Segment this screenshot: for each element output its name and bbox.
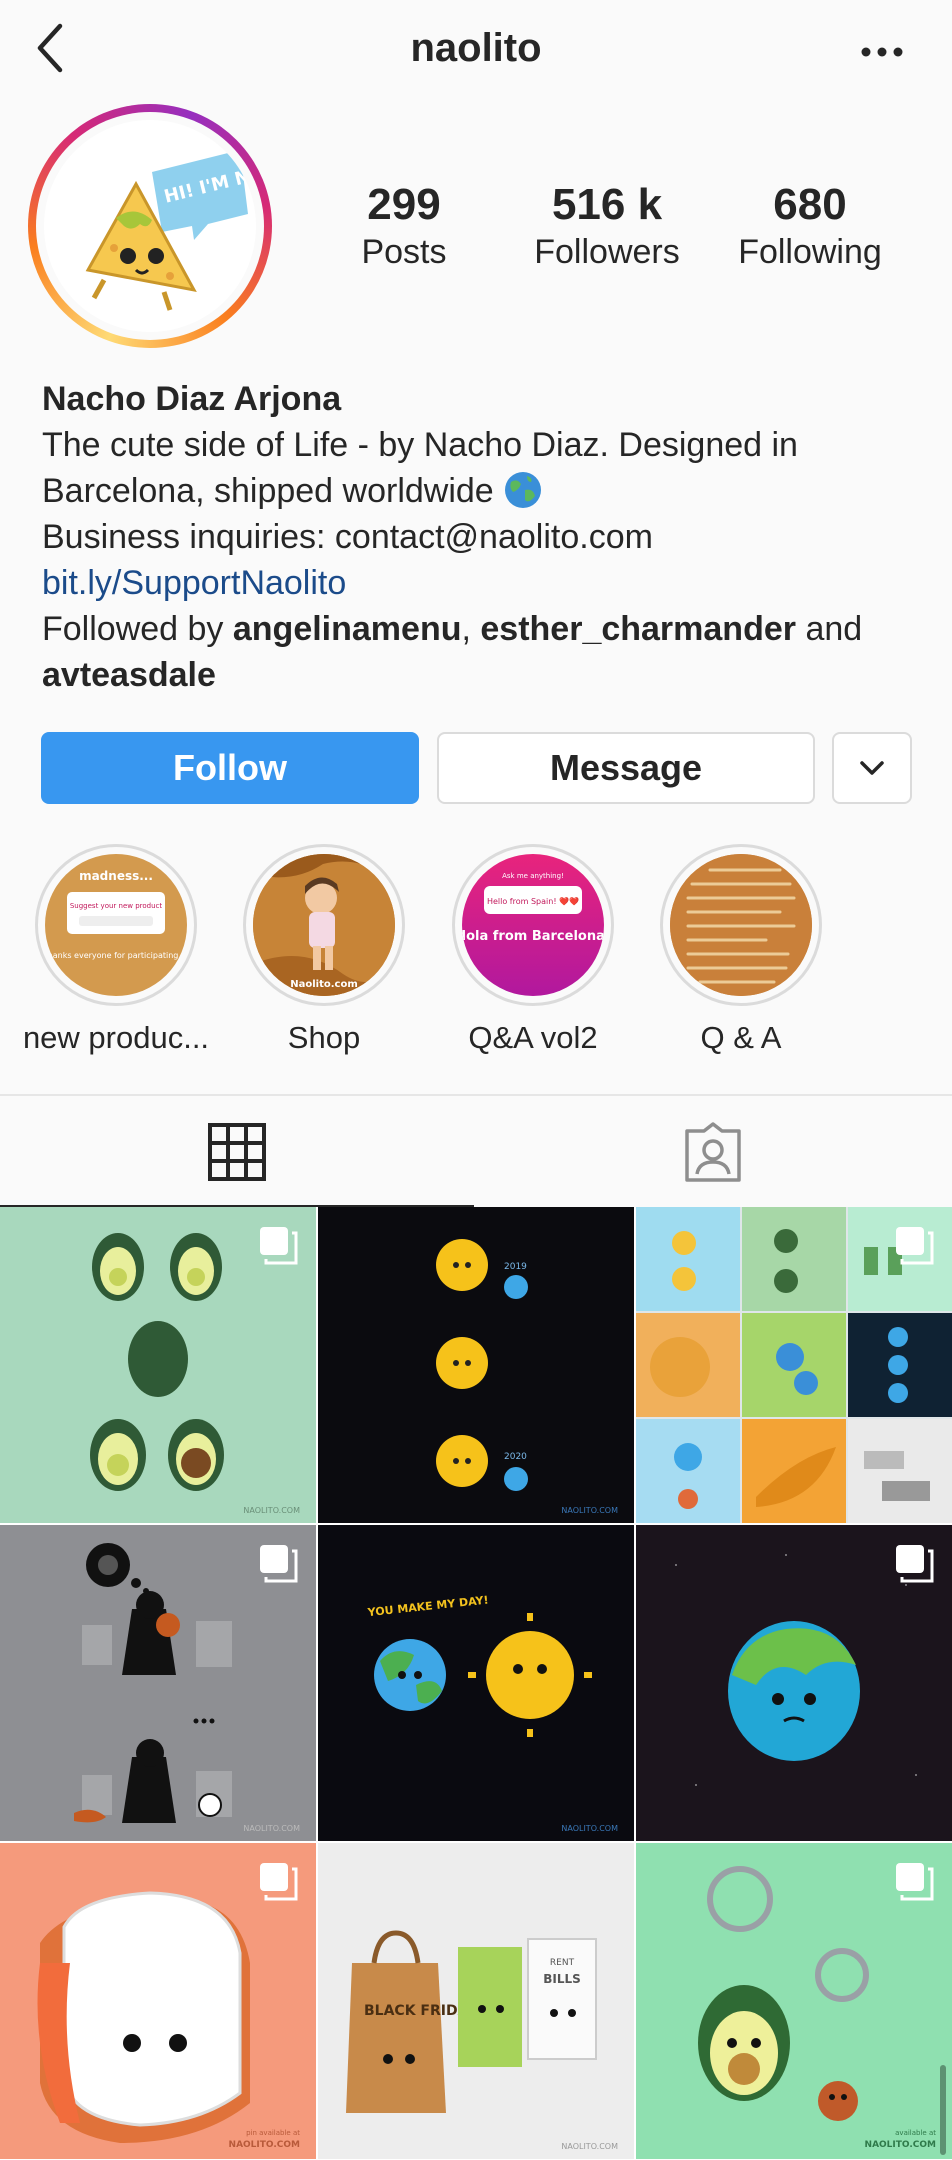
post-tile[interactable]: YOU MAKE MY DAY! NAOLITO.COM bbox=[318, 1525, 634, 1841]
highlight-thumb-card: Suggest your new product bbox=[70, 902, 163, 910]
post-text: YOU MAKE MY DAY! bbox=[366, 1594, 489, 1620]
post-tile[interactable] bbox=[636, 1525, 952, 1841]
bio-line-1: The cute side of Life - by Nacho Diaz. D… bbox=[42, 426, 798, 464]
profile-bio: Nacho Diaz Arjona The cute side of Life … bbox=[42, 376, 922, 698]
post-tile[interactable]: pin available at NAOLITO.COM bbox=[0, 1843, 316, 2159]
highlight-thumb-caption: Naolito.com bbox=[290, 979, 358, 990]
followers-label: Followers bbox=[534, 233, 680, 271]
tab-grid[interactable] bbox=[0, 1096, 474, 1208]
multiple-posts-icon bbox=[896, 1545, 934, 1583]
profile-tabs bbox=[0, 1094, 952, 1208]
highlight-label: Shop bbox=[287, 1020, 361, 1055]
highlight-qa-vol2[interactable]: Ask me anything! Hello from Spain! ❤️❤️ … bbox=[433, 844, 633, 1056]
highlight-label: Q&A vol2 bbox=[468, 1020, 598, 1055]
post-tile[interactable]: NAOLITO.COM bbox=[0, 1525, 316, 1841]
highlight-thumb-bottom: Hola from Barcelona! bbox=[462, 929, 604, 944]
multiple-posts-icon bbox=[260, 1227, 298, 1265]
post-caption: NAOLITO.COM bbox=[243, 1824, 300, 1833]
post-caption: NAOLITO.COM bbox=[561, 1506, 618, 1515]
followed-user-1[interactable]: angelinamenu bbox=[233, 610, 462, 648]
scroll-indicator[interactable] bbox=[940, 2065, 946, 2155]
followers-value: 516 k bbox=[551, 180, 663, 229]
followed-separator: , bbox=[461, 610, 471, 648]
page-title: naolito bbox=[410, 26, 542, 70]
post-caption-top: available at bbox=[895, 2129, 936, 2137]
post-caption: NAOLITO.COM bbox=[561, 2142, 618, 2151]
post-tile[interactable]: NAOLITO.COM bbox=[0, 1207, 316, 1523]
followed-and: and bbox=[805, 610, 863, 648]
posts-value: 299 bbox=[367, 180, 441, 229]
more-icon bbox=[861, 47, 903, 57]
post-caption: NAOLITO.COM bbox=[243, 1506, 300, 1515]
post-year-bottom: 2020 bbox=[504, 1452, 527, 1462]
highlight-thumb-top: Ask me anything! bbox=[502, 872, 564, 880]
globe-icon bbox=[505, 472, 542, 508]
post-tile[interactable]: available at NAOLITO.COM bbox=[636, 1843, 952, 2159]
follow-button[interactable]: Follow bbox=[41, 732, 419, 804]
bio-link[interactable]: bit.ly/SupportNaolito bbox=[42, 560, 922, 606]
followed-by-prefix: Followed by bbox=[42, 610, 224, 648]
highlight-shop[interactable]: Naolito.com Shop bbox=[224, 844, 424, 1056]
tab-tagged[interactable] bbox=[476, 1096, 950, 1208]
tagged-icon bbox=[685, 1122, 741, 1182]
highlight-thumb-card: Hello from Spain! ❤️❤️ bbox=[487, 897, 579, 906]
bio-line-2: Barcelona, shipped worldwide bbox=[42, 468, 922, 514]
multiple-posts-icon bbox=[260, 1863, 298, 1901]
post-grid: NAOLITO.COM 2019 2020 NAOLITO.COM NAOLIT… bbox=[0, 1207, 952, 2160]
highlight-qa[interactable]: Q & A bbox=[641, 844, 841, 1056]
followed-user-2[interactable]: esther_charmander bbox=[480, 610, 796, 648]
chevron-down-icon bbox=[860, 761, 884, 775]
post-bills-text: BILLS bbox=[543, 1972, 581, 1986]
highlight-cover: madness... Suggest your new product Than… bbox=[35, 844, 197, 1006]
bio-line-3: Business inquiries: contact@naolito.com bbox=[42, 518, 653, 556]
highlight-cover: Ask me anything! Hello from Spain! ❤️❤️ … bbox=[452, 844, 614, 1006]
top-bar: naolito bbox=[0, 0, 952, 104]
message-button[interactable]: Message bbox=[437, 732, 815, 804]
post-caption: NAOLITO.COM bbox=[229, 2140, 300, 2150]
multiple-posts-icon bbox=[896, 1863, 934, 1901]
highlight-label: Q & A bbox=[700, 1020, 782, 1055]
post-tile[interactable]: BLACK FRIDAY RENT BILLS NAOLITO.COM bbox=[318, 1843, 634, 2159]
highlight-cover: Naolito.com bbox=[243, 844, 405, 1006]
followers-count[interactable]: 516 k Followers bbox=[507, 180, 707, 274]
following-value: 680 bbox=[773, 180, 847, 229]
post-tile[interactable] bbox=[636, 1207, 952, 1523]
following-label: Following bbox=[738, 233, 882, 271]
posts-count[interactable]: 299 Posts bbox=[304, 180, 504, 274]
following-count[interactable]: 680 Following bbox=[710, 180, 910, 274]
followed-user-3[interactable]: avteasdale bbox=[42, 656, 216, 694]
posts-label: Posts bbox=[361, 233, 447, 271]
multiple-posts-icon bbox=[896, 1227, 934, 1265]
post-year-top: 2019 bbox=[504, 1262, 527, 1272]
highlight-cover bbox=[660, 844, 822, 1006]
more-options-button[interactable] bbox=[852, 30, 912, 74]
post-tile[interactable]: 2019 2020 NAOLITO.COM bbox=[318, 1207, 634, 1523]
followed-by: Followed by angelinamenu, esther_charman… bbox=[42, 606, 922, 698]
story-ring[interactable]: HI! I'M NACHO bbox=[28, 104, 272, 348]
post-caption-top: pin available at bbox=[246, 2129, 300, 2137]
highlight-new-products[interactable]: madness... Suggest your new product Than… bbox=[16, 844, 216, 1056]
profile-name: Nacho Diaz Arjona bbox=[42, 380, 342, 418]
bio-line-2-text: Barcelona, shipped worldwide bbox=[42, 472, 494, 510]
multiple-posts-icon bbox=[260, 1545, 298, 1583]
avatar: HI! I'M NACHO bbox=[44, 120, 256, 332]
grid-icon bbox=[208, 1123, 266, 1181]
highlight-thumb-bottom: Thanks everyone for participating 😉 bbox=[45, 951, 187, 960]
suggested-accounts-button[interactable] bbox=[832, 732, 912, 804]
post-caption: NAOLITO.COM bbox=[865, 2140, 936, 2150]
post-caption: NAOLITO.COM bbox=[561, 1824, 618, 1833]
highlight-label: new produc... bbox=[22, 1020, 210, 1055]
post-rent-text: RENT bbox=[550, 1958, 575, 1968]
highlight-thumb-top: madness... bbox=[79, 869, 153, 883]
